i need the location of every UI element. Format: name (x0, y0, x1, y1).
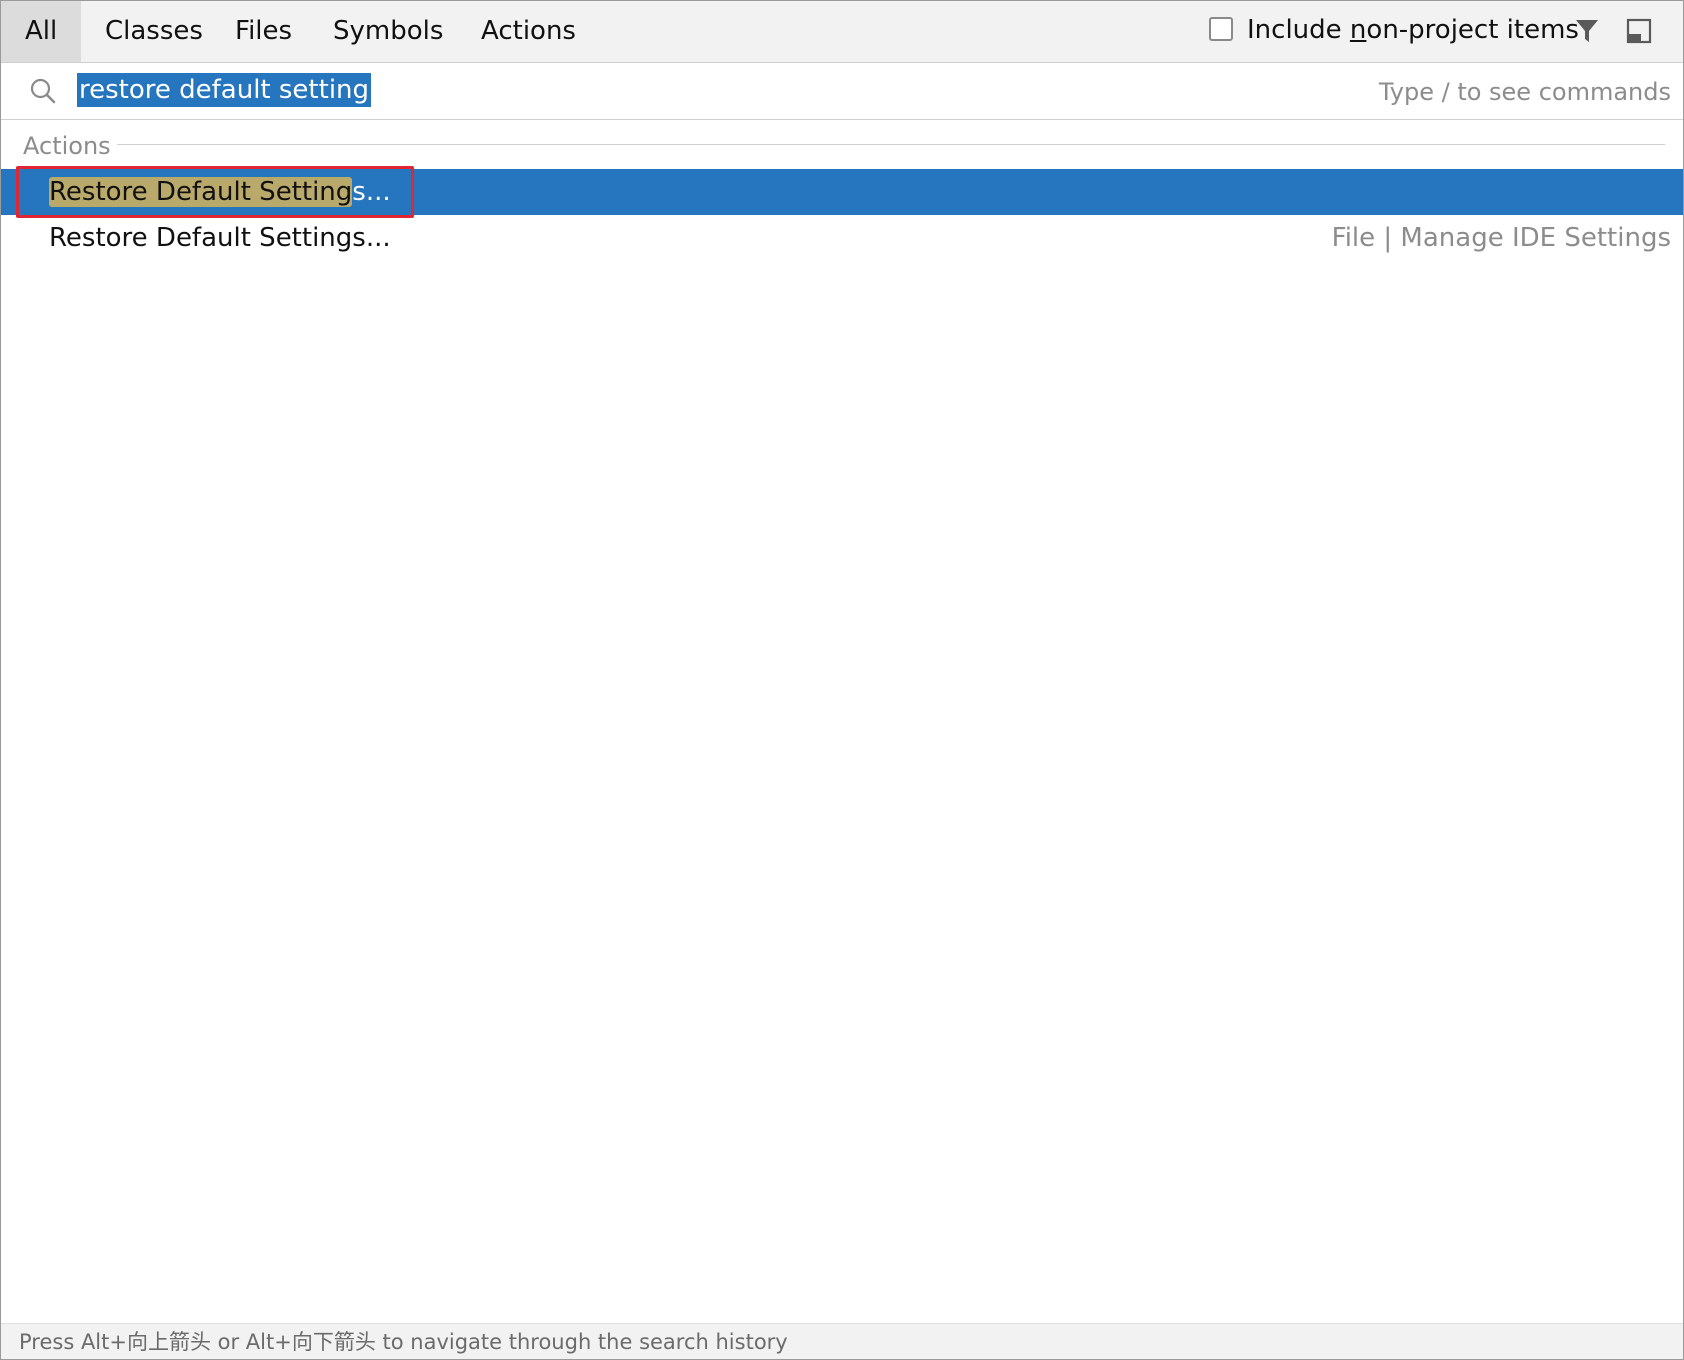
result-item[interactable]: Restore Default Settings... File | Manag… (1, 215, 1683, 261)
result-label: Restore Default Settings... (49, 223, 391, 253)
search-row: restore default setting Type / to see co… (1, 63, 1683, 120)
status-bar: Press Alt+向上箭头 or Alt+向下箭头 to navigate t… (1, 1323, 1683, 1359)
group-header-actions: Actions (23, 132, 111, 160)
tab-classes[interactable]: Classes (81, 1, 215, 62)
include-label-suffix: on-project items (1366, 15, 1579, 45)
group-divider (117, 144, 1665, 145)
result-location: File | Manage IDE Settings (1331, 223, 1671, 253)
filter-icon[interactable] (1573, 17, 1601, 45)
include-label-mnemonic: n (1349, 15, 1367, 45)
include-non-project-label[interactable]: Include non-project items (1247, 1, 1579, 59)
result-label-rest: s... (352, 177, 391, 207)
tab-actions[interactable]: Actions (457, 1, 607, 62)
tab-bar: All Classes Files Symbols Actions Includ… (1, 1, 1683, 63)
result-label: Restore Default Settings... (49, 169, 391, 215)
search-input[interactable]: restore default setting (77, 73, 372, 107)
status-hint: Press Alt+向上箭头 or Alt+向下箭头 to navigate t… (19, 1330, 788, 1354)
tab-all[interactable]: All (1, 1, 81, 62)
search-everywhere-popup: All Classes Files Symbols Actions Includ… (0, 0, 1684, 1360)
include-non-project-checkbox[interactable] (1209, 17, 1233, 41)
tab-symbols[interactable]: Symbols (309, 1, 463, 62)
open-in-panel-icon[interactable] (1625, 17, 1653, 45)
result-item-selected[interactable]: Restore Default Settings... (1, 169, 1683, 215)
search-icon (30, 78, 56, 104)
search-hint: Type / to see commands (1378, 78, 1671, 106)
include-label-prefix: Include (1247, 15, 1350, 45)
match-highlight: Restore Default Setting (49, 177, 353, 207)
tab-files[interactable]: Files (211, 1, 315, 62)
